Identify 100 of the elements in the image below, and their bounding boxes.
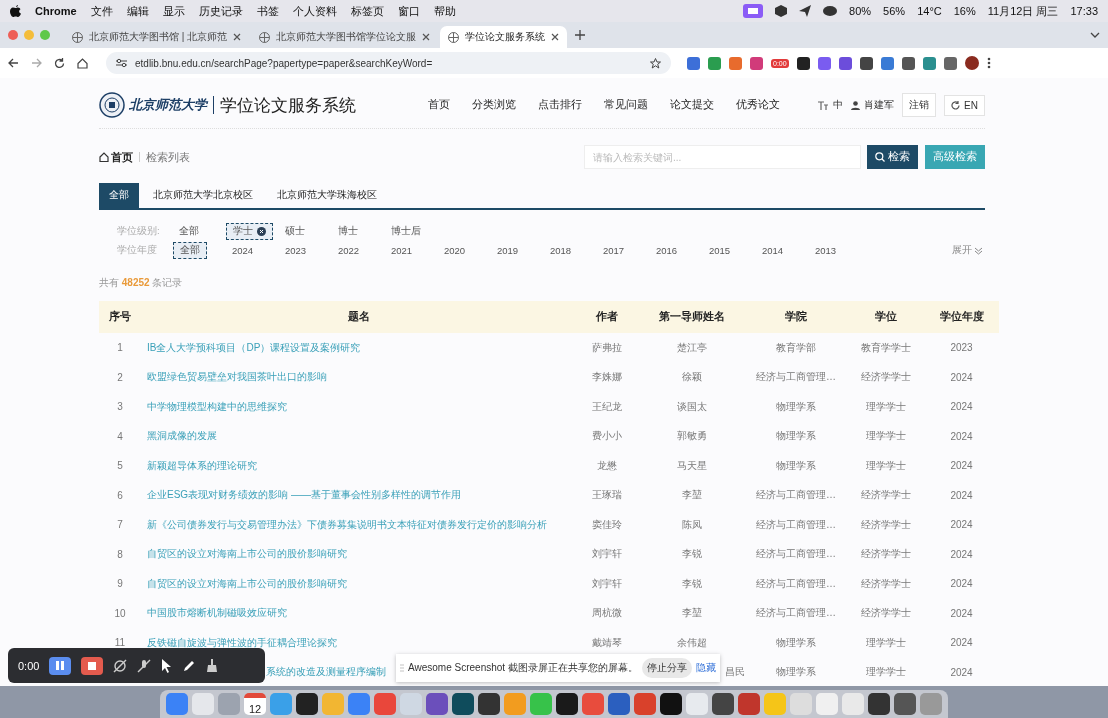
- screen-share-icon[interactable]: [743, 4, 764, 18]
- nav-link[interactable]: 分类浏览: [472, 98, 516, 112]
- browser-tab[interactable]: 北京师范大学图书馆 | 北京师范: [64, 26, 250, 48]
- font-size-toggle[interactable]: 中: [818, 98, 844, 112]
- profile-avatar[interactable]: [964, 56, 979, 70]
- app-icon[interactable]: [556, 693, 578, 715]
- new-tab-icon[interactable]: [575, 30, 586, 40]
- close-icon[interactable]: [233, 33, 242, 41]
- stop-button[interactable]: [81, 656, 104, 675]
- browser-tab[interactable]: 北京师范大学图书馆学位论文服: [251, 26, 439, 48]
- calendar-button[interactable]: 12: [244, 693, 266, 715]
- filter-option[interactable]: 2021: [385, 244, 419, 257]
- menu-item[interactable]: 窗口: [397, 3, 420, 19]
- mic-off-icon[interactable]: [137, 658, 152, 673]
- campus-tab[interactable]: 北京师范大学北京校区: [143, 183, 263, 208]
- filter-option[interactable]: 全部: [173, 242, 207, 259]
- column-header[interactable]: 学院: [745, 301, 847, 333]
- nav-link[interactable]: 点击排行: [538, 98, 582, 112]
- clear-icon[interactable]: [257, 227, 266, 236]
- column-header[interactable]: 第一导师姓名: [638, 301, 745, 333]
- app-icon[interactable]: [868, 693, 890, 715]
- browser-tab[interactable]: 学位论文服务系统: [440, 26, 568, 48]
- cube-icon[interactable]: [775, 5, 788, 17]
- column-header[interactable]: 学位年度: [924, 301, 999, 333]
- more-icon[interactable]: [986, 57, 991, 69]
- filter-option[interactable]: 博士: [332, 224, 364, 239]
- row-number: 2: [117, 371, 123, 383]
- app-icon[interactable]: [452, 693, 474, 715]
- filter-option[interactable]: 2023: [279, 244, 313, 257]
- campus-tab[interactable]: 北京师范大学珠海校区: [267, 183, 387, 208]
- app-menu[interactable]: Chrome: [35, 5, 77, 17]
- filter-option[interactable]: 2019: [491, 244, 525, 257]
- pause-button[interactable]: [49, 656, 72, 675]
- hide-link[interactable]: 隐藏: [695, 661, 716, 675]
- close-icon[interactable]: [422, 33, 431, 41]
- chevron-down-icon[interactable]: [1090, 32, 1100, 38]
- search-button[interactable]: 检索: [867, 145, 918, 169]
- filter-option[interactable]: 学士: [226, 223, 273, 240]
- logout-button[interactable]: 注销: [902, 93, 937, 117]
- expand-button[interactable]: 展开: [952, 244, 983, 257]
- nav-link[interactable]: 论文提交: [670, 98, 714, 112]
- column-header[interactable]: 题名: [141, 301, 576, 333]
- apple-icon[interactable]: [10, 4, 21, 18]
- filter-option[interactable]: 硕士: [279, 224, 311, 239]
- menu-item[interactable]: 书签: [256, 3, 279, 19]
- extension-icon[interactable]: [901, 56, 915, 70]
- table-cell: 2024: [950, 489, 973, 501]
- back-icon[interactable]: [8, 58, 19, 68]
- stop-sharing-button[interactable]: 停止分享: [641, 658, 692, 678]
- menu-item[interactable]: 文件: [90, 3, 113, 19]
- filter-option[interactable]: 全部: [173, 224, 205, 239]
- campus-tab[interactable]: 全部: [99, 183, 139, 208]
- filter-option[interactable]: 博士后: [385, 224, 427, 239]
- app-icon[interactable]: [660, 693, 682, 715]
- star-icon[interactable]: [650, 57, 661, 69]
- column-header[interactable]: 学位: [847, 301, 924, 333]
- filter-option[interactable]: 2016: [650, 244, 684, 257]
- close-window-button[interactable]: [8, 30, 18, 40]
- table-cell: 物理学系: [776, 459, 816, 471]
- menu-item[interactable]: 标签页: [350, 3, 384, 19]
- close-icon[interactable]: [551, 33, 560, 41]
- stop-icon: [88, 661, 97, 670]
- menu-item[interactable]: 个人资料: [292, 3, 337, 19]
- language-button[interactable]: EN: [944, 94, 985, 116]
- filter-option[interactable]: 2018: [544, 244, 578, 257]
- home-icon[interactable]: [77, 57, 88, 69]
- reload-icon[interactable]: [54, 57, 65, 69]
- app-icon[interactable]: [296, 693, 318, 715]
- user-link[interactable]: 肖建军: [851, 98, 895, 112]
- camera-off-icon[interactable]: [113, 658, 128, 673]
- extension-icon[interactable]: [796, 56, 810, 70]
- filter-option[interactable]: 2024: [226, 244, 260, 257]
- menu-item[interactable]: 历史记录: [198, 3, 243, 19]
- table-cell: 物理学系: [776, 636, 816, 648]
- pencil-icon[interactable]: [183, 659, 197, 672]
- brush-icon[interactable]: [206, 659, 219, 672]
- nav-link[interactable]: 优秀论文: [736, 98, 780, 112]
- filter-option[interactable]: 2022: [332, 244, 366, 257]
- app-icon[interactable]: [478, 693, 500, 715]
- search-field[interactable]: 请输入检索关键词...: [584, 145, 861, 169]
- filter-option[interactable]: 2017: [597, 244, 631, 257]
- send-icon[interactable]: [799, 5, 812, 17]
- menu-item[interactable]: 编辑: [126, 3, 149, 19]
- column-header[interactable]: 作者: [576, 301, 638, 333]
- breadcrumb-home-link[interactable]: 首页: [99, 149, 133, 165]
- row-number: 3: [117, 401, 123, 413]
- table-cell: 王纪龙: [592, 400, 622, 412]
- filter-option[interactable]: 2020: [438, 244, 472, 257]
- menu-item[interactable]: 帮助: [433, 3, 456, 19]
- nav-link[interactable]: 首页: [428, 98, 450, 112]
- nav-link[interactable]: 常见问题: [604, 98, 648, 112]
- filter-option[interactable]: 2015: [703, 244, 737, 257]
- column-header[interactable]: 序号: [99, 301, 141, 333]
- app-icon[interactable]: [712, 693, 734, 715]
- row-number: 11: [114, 637, 126, 649]
- filter-option[interactable]: 2014: [756, 244, 790, 257]
- address-bar[interactable]: etdlib.bnu.edu.cn/searchPage?papertype=paper&searchKeyWord=: [106, 52, 671, 74]
- extension-icon[interactable]: [859, 56, 873, 70]
- filter-option[interactable]: 2013: [809, 244, 843, 257]
- menu-item[interactable]: 显示: [162, 3, 185, 19]
